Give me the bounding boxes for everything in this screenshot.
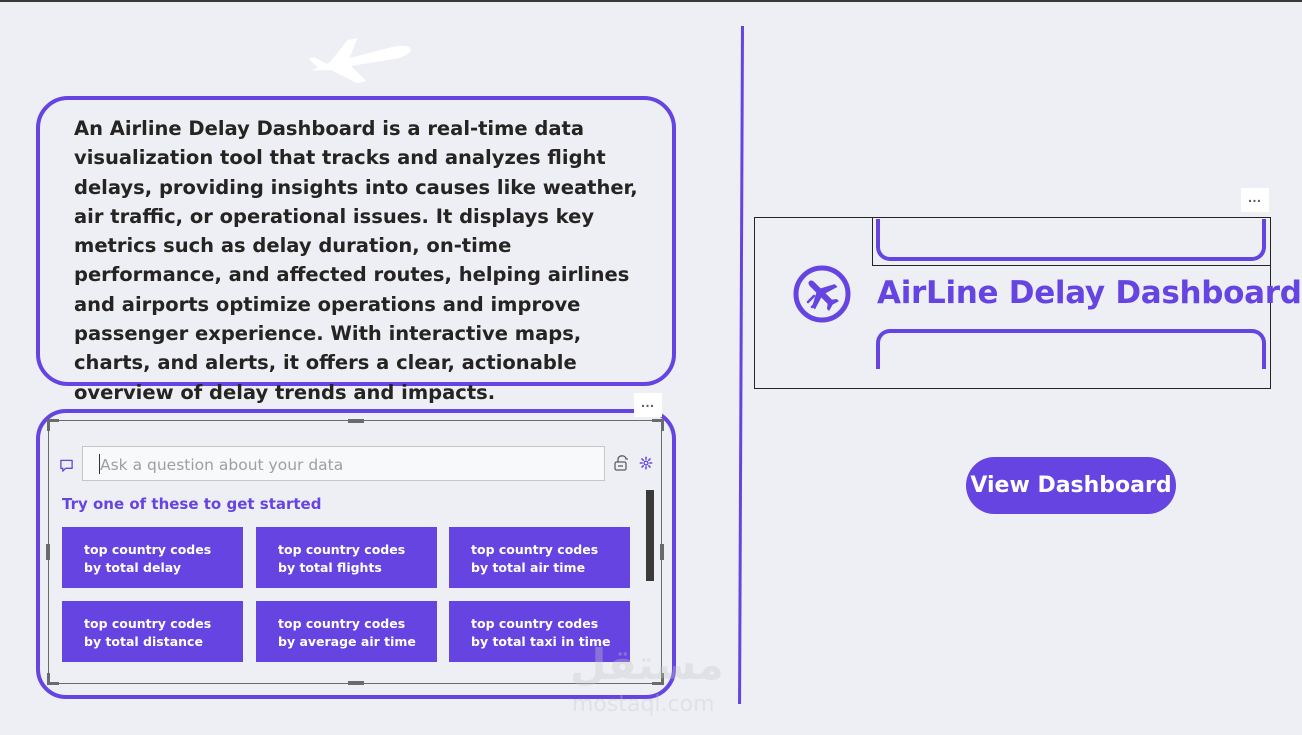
suggestion-button[interactable]: top country codes by average air time — [256, 601, 437, 662]
chat-icon[interactable] — [59, 458, 74, 473]
top-bar — [0, 0, 1302, 2]
suggestion-button[interactable]: top country codes by total delay — [62, 527, 243, 588]
suggestion-button[interactable]: top country codes by total flights — [256, 527, 437, 588]
resize-handle[interactable] — [348, 419, 364, 423]
vertical-divider — [738, 26, 744, 705]
resize-handle[interactable] — [47, 419, 50, 431]
question-input[interactable]: Ask a question about your data — [82, 446, 605, 481]
scrollbar[interactable] — [646, 490, 654, 581]
resize-handle[interactable] — [660, 544, 664, 560]
suggestions-heading: Try one of these to get started — [62, 495, 322, 513]
resize-handle[interactable] — [348, 681, 364, 685]
suggestion-button[interactable]: top country codes by total distance — [62, 601, 243, 662]
plane-circle-icon — [793, 265, 851, 323]
resize-handle[interactable] — [661, 419, 664, 431]
more-options-icon[interactable]: … — [1241, 188, 1269, 212]
share-icon[interactable] — [613, 454, 631, 472]
bracket-decoration-top — [876, 219, 1266, 261]
question-placeholder: Ask a question about your data — [100, 456, 344, 474]
view-dashboard-button[interactable]: View Dashboard — [966, 457, 1176, 514]
watermark-latin: mostaql.com — [572, 692, 715, 717]
dashboard-title: AirLine Delay Dashboard — [877, 275, 1302, 311]
description-card: An Airline Delay Dashboard is a real-tim… — [36, 96, 676, 404]
suggestion-button[interactable]: top country codes by total air time — [449, 527, 630, 588]
description-text: An Airline Delay Dashboard is a real-tim… — [74, 117, 638, 404]
settings-icon[interactable] — [639, 456, 653, 470]
resize-handle[interactable] — [46, 544, 50, 560]
resize-handle[interactable] — [47, 673, 50, 685]
watermark: مستقل mostaql.com — [570, 640, 735, 718]
bracket-decoration-bottom — [876, 329, 1266, 369]
watermark-arabic: مستقل — [570, 640, 724, 689]
plane-icon — [308, 38, 411, 84]
more-options-icon[interactable]: … — [634, 393, 662, 417]
